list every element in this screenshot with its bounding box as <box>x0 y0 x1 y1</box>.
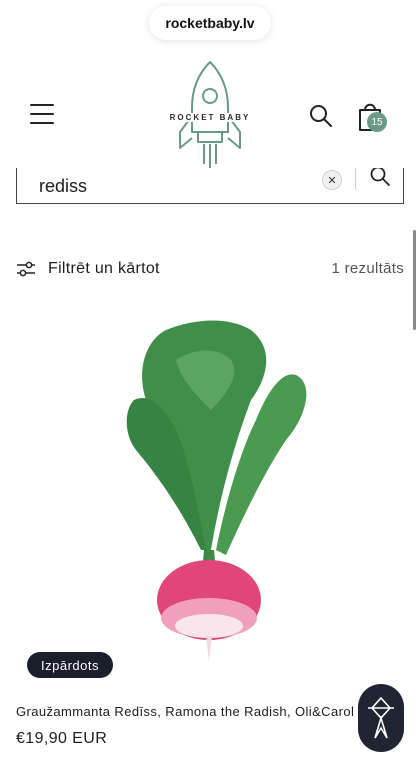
hamburger-icon-line <box>30 113 54 115</box>
chat-button[interactable] <box>358 684 404 752</box>
product-title[interactable]: Graužammanta Redīss, Ramona the Radish, … <box>16 704 376 719</box>
header-search-button[interactable] <box>309 104 333 128</box>
site-header: ROCKET BABY <box>0 56 420 176</box>
browser-url-text: rocketbaby.lv <box>165 15 255 31</box>
hamburger-icon <box>30 104 54 106</box>
product-image[interactable] <box>16 300 404 680</box>
search-submit-button[interactable] <box>369 166 391 190</box>
site-logo[interactable]: ROCKET BABY <box>160 60 260 172</box>
radish-root-icon <box>157 560 261 662</box>
result-count: 1 rezultāts <box>331 260 404 277</box>
sale-badge: Izpārdots <box>27 652 113 678</box>
sliders-icon <box>17 261 35 277</box>
search-field[interactable]: ✕ <box>16 166 404 204</box>
radish-leaves-icon <box>126 320 307 555</box>
filter-sort-button[interactable]: Filtrēt un kārtot <box>16 256 160 282</box>
browser-url-bar[interactable]: rocketbaby.lv <box>149 6 271 40</box>
chat-logo-icon <box>368 696 394 739</box>
close-icon: ✕ <box>327 174 337 187</box>
filter-bar: Filtrēt un kārtot 1 rezultāts <box>16 256 404 282</box>
product-card[interactable]: Izpārdots Graužammanta Redīss, Ramona th… <box>16 300 404 760</box>
search-icon <box>370 166 390 186</box>
search-icon <box>310 105 332 127</box>
logo-text: ROCKET BABY <box>160 113 260 122</box>
cart-count-badge: 15 <box>367 112 387 132</box>
product-price: €19,90 EUR <box>16 730 108 747</box>
page-scrollbar[interactable] <box>413 230 416 330</box>
clear-search-button[interactable]: ✕ <box>322 170 342 190</box>
search-divider <box>355 168 356 190</box>
search-input[interactable] <box>39 176 309 197</box>
menu-button[interactable] <box>30 104 54 124</box>
hamburger-icon-line <box>30 122 54 124</box>
filter-sort-label: Filtrēt un kārtot <box>48 260 160 277</box>
